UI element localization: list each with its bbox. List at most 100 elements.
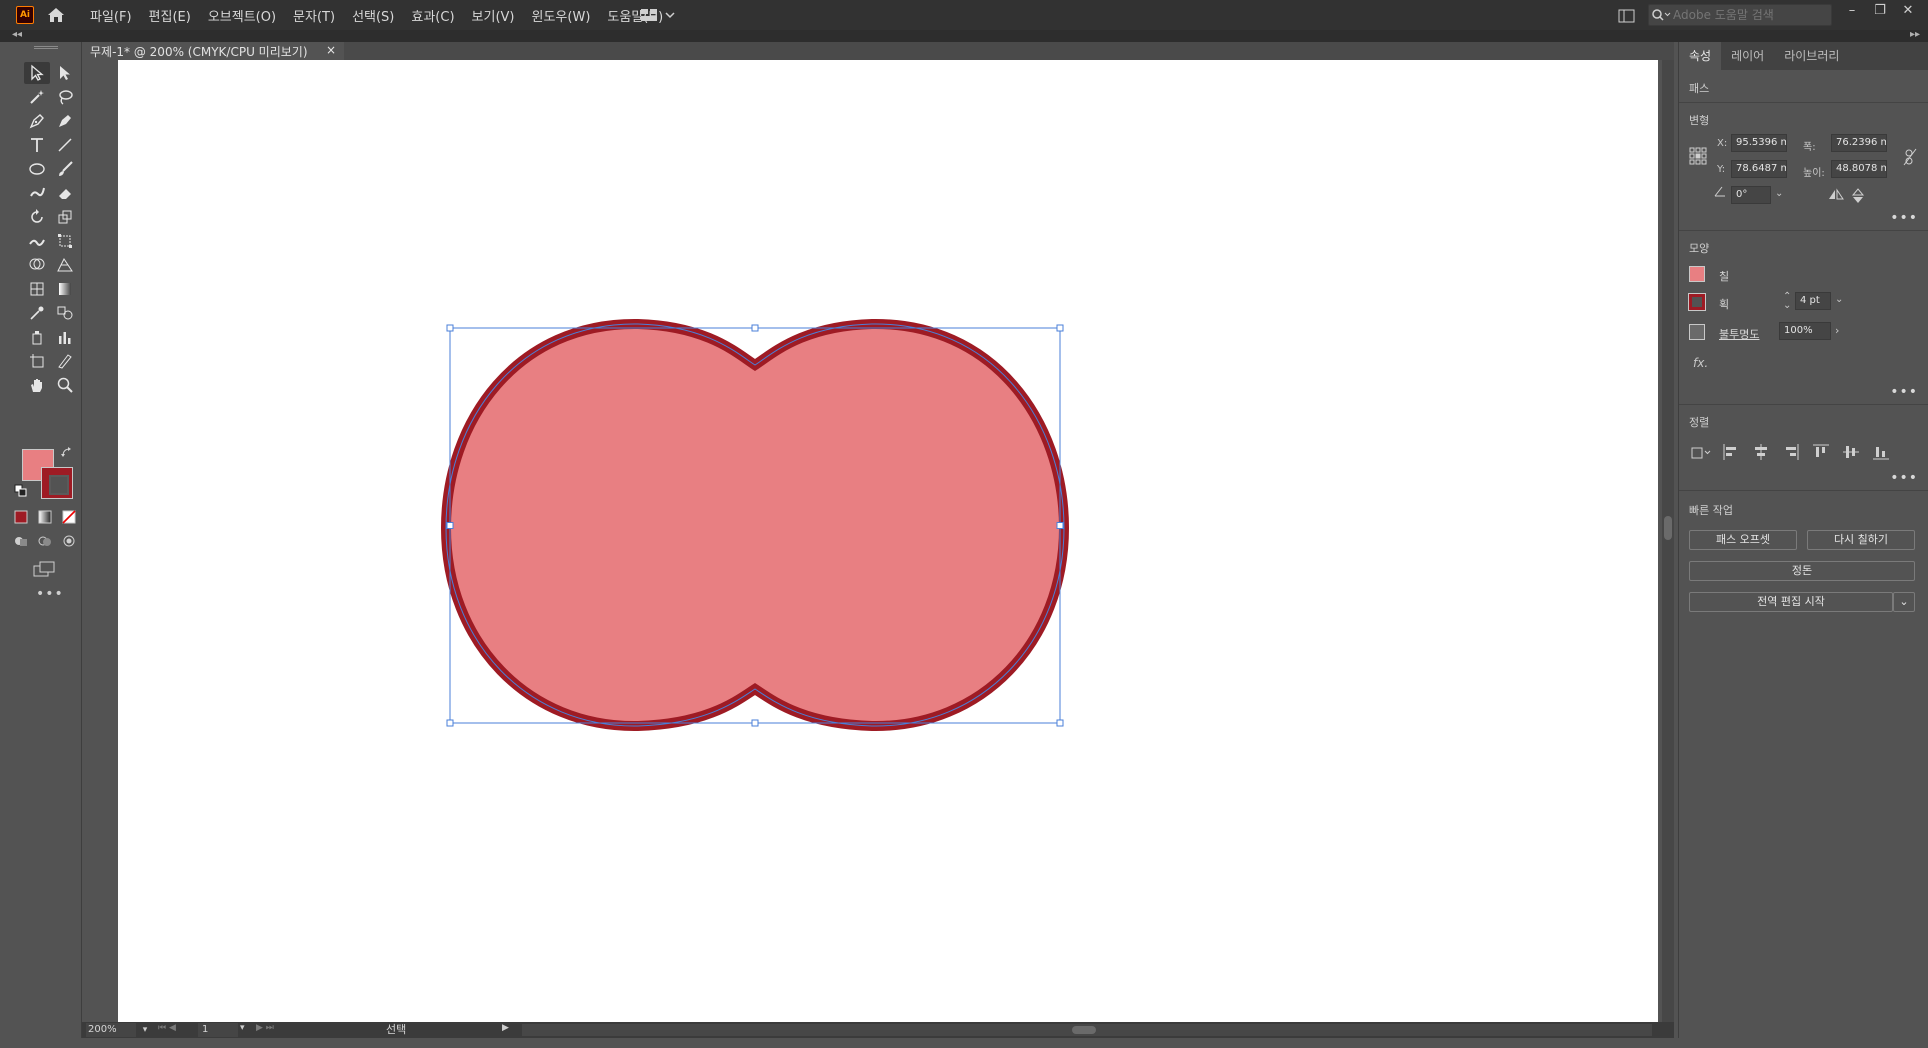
- perspective-grid-tool-icon[interactable]: [52, 254, 78, 276]
- collapse-left-icon[interactable]: ◂◂: [12, 29, 22, 40]
- restore-button[interactable]: ❐: [1866, 0, 1894, 24]
- reference-point-icon[interactable]: [1689, 147, 1707, 165]
- stroke-weight-stepper-icon[interactable]: ⌃ ⌄: [1783, 292, 1791, 311]
- align-vertical-center-icon[interactable]: [1841, 442, 1861, 462]
- vertical-scrollbar[interactable]: [1662, 60, 1674, 1022]
- line-tool-icon[interactable]: [52, 134, 78, 156]
- transform-more-icon[interactable]: •••: [1890, 210, 1918, 226]
- workspace-switcher-icon[interactable]: [640, 7, 678, 23]
- pen-tool-icon[interactable]: [24, 110, 50, 132]
- canvas-area[interactable]: [82, 60, 1662, 1022]
- resize-handle[interactable]: [1056, 522, 1064, 529]
- menu-view[interactable]: 보기(V): [472, 6, 515, 25]
- shaper-tool-icon[interactable]: [24, 182, 50, 204]
- menu-object[interactable]: 오브젝트(O): [208, 6, 276, 25]
- artboard-prev-icons[interactable]: ⏮ ◀: [158, 1023, 176, 1033]
- mesh-tool-icon[interactable]: [24, 278, 50, 300]
- artwork-layer[interactable]: [118, 60, 1658, 1022]
- swap-fill-stroke-icon[interactable]: [60, 446, 74, 460]
- status-menu-icon[interactable]: ▶: [502, 1023, 509, 1033]
- appearance-stroke-swatch[interactable]: [1688, 293, 1706, 311]
- resize-handle[interactable]: [1056, 324, 1064, 332]
- tab-properties[interactable]: 속성: [1679, 42, 1722, 70]
- zoom-level-field[interactable]: 200%: [86, 1023, 136, 1037]
- eyedropper-tool-icon[interactable]: [24, 302, 50, 324]
- resize-handle[interactable]: [446, 719, 454, 727]
- free-transform-tool-icon[interactable]: [52, 230, 78, 252]
- gradient-tool-icon[interactable]: [52, 278, 78, 300]
- menu-edit[interactable]: 편집(E): [149, 6, 191, 25]
- appearance-fill-swatch[interactable]: [1689, 266, 1705, 282]
- artboard-number-field[interactable]: 1: [198, 1023, 238, 1037]
- selection-tool-icon[interactable]: [24, 62, 50, 84]
- stroke-color-swatch[interactable]: [41, 467, 73, 499]
- arrange-button[interactable]: 정돈: [1689, 561, 1915, 581]
- menu-type[interactable]: 문자(T): [293, 6, 335, 25]
- menu-window[interactable]: 윈도우(W): [532, 6, 591, 25]
- hand-tool-icon[interactable]: [24, 374, 50, 396]
- y-field[interactable]: 78.6487 m: [1731, 160, 1787, 178]
- tab-libraries[interactable]: 라이브러리: [1774, 42, 1849, 70]
- slice-tool-icon[interactable]: [52, 350, 78, 372]
- align-horizontal-center-icon[interactable]: [1751, 442, 1771, 462]
- constrain-proportions-icon[interactable]: [1903, 148, 1917, 166]
- recolor-button[interactable]: 다시 칠하기: [1807, 530, 1915, 550]
- resize-handle[interactable]: [446, 324, 454, 332]
- ellipse-tool-icon[interactable]: [24, 158, 50, 180]
- stroke-weight-field[interactable]: 4 pt: [1795, 292, 1831, 310]
- appearance-more-icon[interactable]: •••: [1890, 384, 1918, 400]
- close-document-icon[interactable]: ×: [326, 43, 336, 57]
- help-search-input[interactable]: [1673, 8, 1823, 22]
- artboard-dropdown-icon[interactable]: ▾: [240, 1023, 245, 1033]
- scale-tool-icon[interactable]: [52, 206, 78, 228]
- zoom-dropdown-icon[interactable]: ▾: [138, 1023, 152, 1037]
- type-tool-icon[interactable]: [24, 134, 50, 156]
- vertical-scroll-thumb[interactable]: [1664, 516, 1672, 540]
- home-icon[interactable]: [46, 6, 66, 24]
- curvature-tool-icon[interactable]: [52, 110, 78, 132]
- lasso-tool-icon[interactable]: [52, 86, 78, 108]
- tab-layers[interactable]: 레이어: [1721, 42, 1774, 70]
- menu-select[interactable]: 선택(S): [352, 6, 394, 25]
- edit-toolbar-more-icon[interactable]: •••: [36, 586, 64, 602]
- collapse-right-icon[interactable]: ▸▸: [1910, 29, 1920, 40]
- rotation-field[interactable]: 0°: [1731, 186, 1771, 204]
- gradient-mode-icon[interactable]: [38, 510, 52, 524]
- warp-tool-icon[interactable]: [24, 230, 50, 252]
- opacity-label[interactable]: 불투명도: [1719, 326, 1759, 342]
- width-field[interactable]: 76.2396 m: [1831, 134, 1887, 152]
- column-graph-tool-icon[interactable]: [52, 326, 78, 348]
- align-to-dropdown-icon[interactable]: [1689, 442, 1711, 462]
- resize-handle[interactable]: [446, 522, 454, 529]
- magic-wand-tool-icon[interactable]: [24, 86, 50, 108]
- eraser-tool-icon[interactable]: [52, 182, 78, 204]
- resize-handle[interactable]: [751, 719, 759, 727]
- draw-normal-icon[interactable]: [14, 534, 28, 548]
- align-top-icon[interactable]: [1811, 442, 1831, 462]
- fx-icon[interactable]: fx.: [1693, 356, 1708, 370]
- height-field[interactable]: 48.8078 m: [1831, 160, 1887, 178]
- screen-mode-icon[interactable]: [32, 560, 56, 578]
- none-mode-icon[interactable]: [62, 510, 76, 524]
- resize-handle[interactable]: [1056, 719, 1064, 727]
- horizontal-scrollbar[interactable]: [522, 1024, 1652, 1036]
- align-more-icon[interactable]: •••: [1890, 470, 1918, 486]
- blend-tool-icon[interactable]: [52, 302, 78, 324]
- x-field[interactable]: 95.5396 m: [1731, 134, 1787, 152]
- opacity-field[interactable]: 100%: [1779, 322, 1831, 340]
- artboard-next-icons[interactable]: ▶ ⏭: [256, 1023, 274, 1033]
- align-left-icon[interactable]: [1721, 442, 1741, 462]
- toolbar-grip[interactable]: [34, 46, 58, 49]
- color-mode-icon[interactable]: [14, 510, 28, 524]
- zoom-tool-icon[interactable]: [52, 374, 78, 396]
- close-window-button[interactable]: ✕: [1894, 0, 1922, 24]
- align-right-icon[interactable]: [1781, 442, 1801, 462]
- default-colors-icon[interactable]: [14, 484, 28, 498]
- flip-vertical-icon[interactable]: [1851, 188, 1865, 204]
- offset-path-button[interactable]: 패스 오프셋: [1689, 530, 1797, 550]
- horizontal-scroll-thumb[interactable]: [1072, 1026, 1096, 1034]
- document-tab[interactable]: 무제-1* @ 200% (CMYK/CPU 미리보기) ×: [82, 42, 344, 60]
- draw-inside-icon[interactable]: [62, 534, 76, 548]
- minimize-button[interactable]: –: [1838, 0, 1866, 24]
- align-bottom-icon[interactable]: [1871, 442, 1891, 462]
